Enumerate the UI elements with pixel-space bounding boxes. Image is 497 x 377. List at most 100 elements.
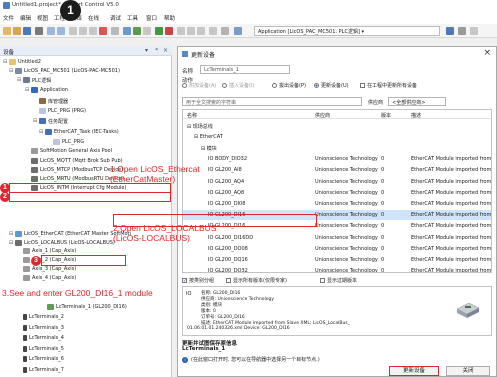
prg-icon [53, 139, 60, 145]
tree-node[interactable]: LcTerminals_5 [17, 345, 64, 353]
tree-node-label: Axis_4 (Cap_Axis) [32, 275, 77, 281]
tree-node-label: LcTerminals_5 [29, 346, 64, 352]
footer-note: i (在此窗口打开时, 您可以在导航器中选择另一个目标节点.) [182, 356, 320, 363]
breakpoint-icon[interactable] [209, 27, 217, 35]
show-outdated-checkbox[interactable]: 显示过期版本 [320, 277, 357, 284]
tree-node[interactable]: LcTerminals_1 (GL200_DI16) [41, 303, 127, 311]
radio-plug-device[interactable]: 拔出设备(P) [272, 82, 306, 89]
tree-node[interactable]: ⊟ LicOS_PAC_MC501 (LicOS-PAC-MC501) [9, 67, 120, 75]
tree-node[interactable]: LicOS_MTCP (ModbusTCP Device) [25, 166, 123, 174]
tree-node[interactable]: ⊟ Application [25, 86, 68, 94]
tree-node-label: Axis_1 (Cap_Axis) [32, 248, 77, 254]
fulltext-search-input[interactable]: 用于全文搜索的字符串 [182, 97, 362, 106]
print-icon[interactable] [35, 27, 43, 35]
col-description[interactable]: 描述 [411, 112, 421, 119]
tree-node[interactable]: PLC_PRG [47, 138, 84, 146]
table-row[interactable]: IO GL200_AI8 Unionscience Technology 0 Ethe… [183, 165, 491, 175]
login-icon[interactable] [133, 27, 141, 35]
menu-item-8[interactable]: 窗口 [146, 14, 157, 22]
menu-item-0[interactable]: 文件 [3, 14, 14, 22]
write-values-icon[interactable] [221, 27, 229, 35]
device-settings-icon[interactable] [446, 27, 454, 35]
active-application-combo[interactable]: Application [LicOS_PAC_MC501: PLC逻辑] ▾ [254, 26, 440, 36]
step-out-icon[interactable] [197, 27, 205, 35]
tree-node[interactable]: 库管理器 [33, 97, 68, 105]
redo-icon[interactable] [57, 27, 65, 35]
table-row[interactable]: IO GL200_DO08 Unionscience Technology 0 Eth… [183, 243, 491, 253]
table-row[interactable]: ⊟ 现场总线 [183, 120, 491, 130]
menu-item-7[interactable]: 工具 [127, 14, 138, 22]
table-row[interactable]: ⊟ EtherCAT [183, 131, 491, 141]
logout-icon[interactable] [143, 27, 151, 35]
tree-node[interactable]: LcTerminals_4 [17, 334, 64, 342]
menu-item-9[interactable]: 帮助 [164, 14, 175, 22]
step-over-icon[interactable] [177, 27, 185, 35]
cell-name: IO BODY_DIO32 [208, 156, 248, 163]
table-row[interactable]: IO GL200_AQ8 Unionscience Technology 0 Ethe… [183, 187, 491, 197]
tree-node[interactable]: Axis_3 (Cap_Axis) [17, 265, 76, 273]
online-config-icon[interactable] [234, 27, 242, 35]
save-icon[interactable] [23, 27, 31, 35]
pane-pin-icon[interactable]: ᵠ [156, 47, 159, 54]
close-button[interactable]: 关闭 [446, 366, 490, 376]
tree-node[interactable]: SoftMotion General Axis Pool [25, 147, 112, 155]
run-icon[interactable] [155, 27, 163, 35]
update-device-button[interactable]: 更新设备 [389, 366, 439, 376]
tree-node[interactable]: ⊟ EtherCAT_Task (IEC-Tasks) [39, 128, 119, 136]
cell-vendor: Unionscience Technology [315, 223, 378, 230]
copy-icon[interactable] [79, 27, 87, 35]
tree-node[interactable]: ⊟ Untitled2 [3, 58, 41, 66]
new-project-icon[interactable] [3, 27, 11, 35]
radio-append-device[interactable]: 附加设备(A) [182, 82, 216, 89]
table-row[interactable]: ⊟ 模块 [183, 142, 491, 152]
tree-node[interactable]: ⊟ PLC逻辑 [17, 76, 51, 84]
build-icon[interactable] [123, 27, 131, 35]
tree-node-label: LcTerminals_1 (GL200_DI16) [56, 304, 127, 310]
vendor-select[interactable]: <全部供应商> [388, 97, 446, 106]
toolbar-more-icon[interactable] [458, 27, 466, 35]
col-name[interactable]: 名称 [187, 112, 197, 119]
tree-node[interactable]: LcTerminals_6 [17, 355, 64, 363]
cut-icon[interactable] [69, 27, 77, 35]
find-icon[interactable] [111, 27, 119, 35]
tree-node-label: LcTerminals_4 [29, 335, 64, 341]
device-name-field[interactable]: LcTerminals_1 [200, 65, 290, 74]
tree-node[interactable]: ⊟ LicOS_LOCALBUS (LicOS-LOCALBUS) [9, 239, 115, 247]
radio-update-all-devices[interactable]: 在工程中更新所有设备 [360, 82, 417, 89]
undo-icon[interactable] [47, 27, 55, 35]
table-row[interactable]: IO GL200_DQ16 Unionscience Technology 0 Eth… [183, 254, 491, 264]
tree-node[interactable]: ⊟ 任务配置 [33, 117, 68, 125]
show-all-versions-checkbox[interactable]: 显示所有版本(仅限专家) [226, 277, 287, 284]
cell-version: 0 [381, 178, 385, 185]
tree-node[interactable]: Axis_1 (Cap_Axis) [17, 247, 76, 255]
tree-node[interactable]: LicOS_MQTT (Mqtt Brok Sub Pub) [25, 157, 123, 165]
radio-update-device[interactable]: 更新设备(U) [314, 82, 349, 89]
step-into-icon[interactable] [187, 27, 195, 35]
tree-node[interactable]: LcTerminals_3 [17, 324, 64, 332]
table-row[interactable]: IO GL200_DI16DD Unionscience Technology 0 E… [183, 232, 491, 242]
pane-close-icon[interactable]: × [163, 47, 168, 54]
table-row[interactable]: IO GL200_DI08 Unionscience Technology 0 Eth… [183, 198, 491, 208]
table-row[interactable]: IO GL200_AQ4 Unionscience Technology 0 Ethe… [183, 176, 491, 186]
table-row[interactable]: IO BODY_DIO32 Unionscience Technology 0 Eth… [183, 154, 491, 164]
menu-item-6[interactable]: 调试 [110, 14, 121, 22]
open-icon[interactable] [13, 27, 21, 35]
tree-node[interactable]: Axis_4 (Cap_Axis) [17, 274, 76, 282]
delete-icon[interactable] [99, 27, 107, 35]
menu-item-5[interactable]: 在线 [88, 14, 99, 22]
dialog-close-icon[interactable]: × [483, 48, 491, 58]
stop-icon[interactable] [165, 27, 173, 35]
group-by-category-checkbox[interactable]: ✓ 按类别分组 [182, 277, 214, 284]
menu-item-2[interactable]: 视图 [37, 14, 48, 22]
pane-dropdown-icon[interactable]: ▾ [145, 47, 148, 54]
radio-insert-device[interactable]: 插入设备(I) [222, 82, 254, 89]
toolbar-options-icon[interactable] [470, 27, 478, 35]
table-row[interactable]: IO GL200_DQ32 Unionscience Technology 0 Eth… [183, 266, 491, 272]
col-version[interactable]: 版本 [381, 112, 391, 119]
col-vendor[interactable]: 供应商 [315, 112, 330, 119]
tree-node[interactable]: PLC_PRG (PRG) [33, 107, 86, 115]
menu-item-1[interactable]: 编辑 [20, 14, 31, 22]
tree-node[interactable]: LcTerminals_7 [17, 366, 64, 374]
paste-icon[interactable] [89, 27, 97, 35]
tree-node[interactable]: LcTerminals_2 [17, 313, 64, 321]
